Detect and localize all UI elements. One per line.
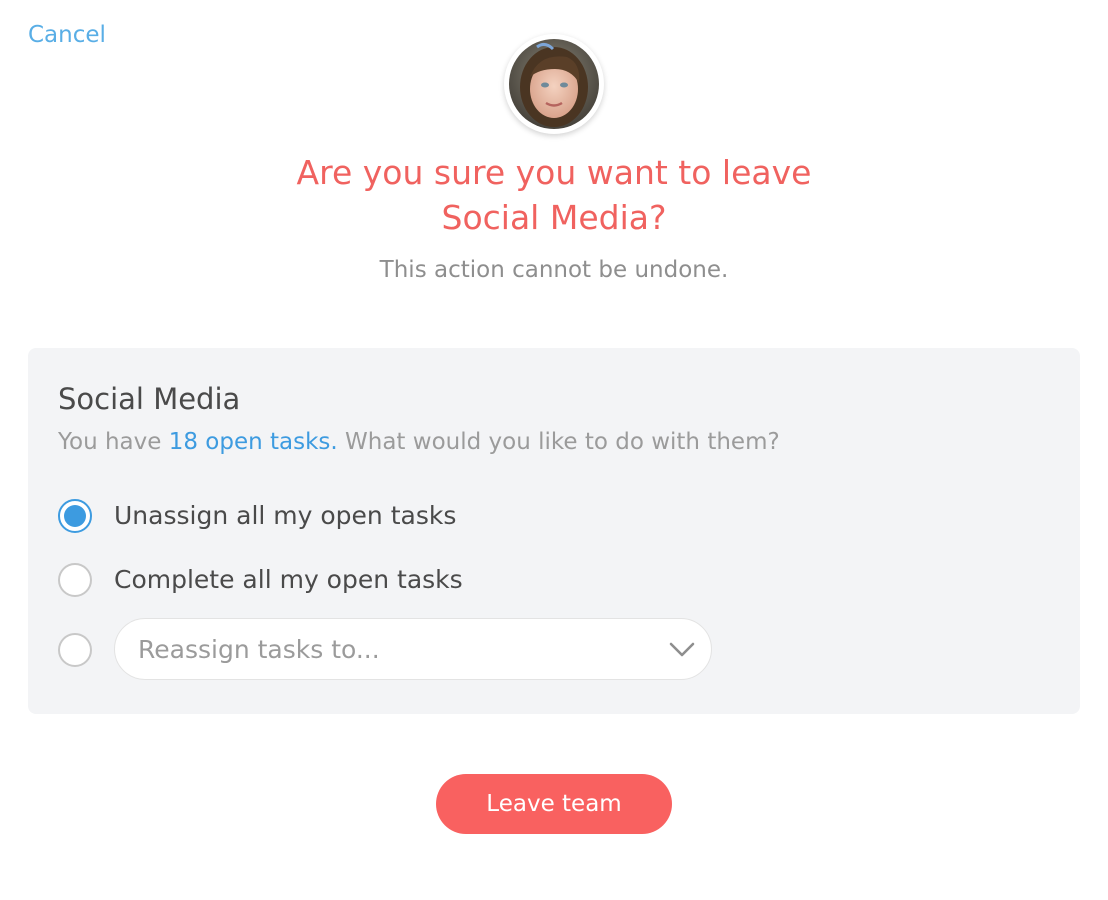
leave-confirmation-title: Are you sure you want to leave Social Me… <box>0 150 1108 240</box>
option-unassign-label: Unassign all my open tasks <box>114 501 457 530</box>
radio-reassign[interactable] <box>58 633 92 667</box>
avatar <box>504 34 604 134</box>
option-complete-tasks[interactable]: Complete all my open tasks <box>58 560 463 600</box>
reassign-select[interactable]: Reassign tasks to... <box>114 618 712 680</box>
radio-complete[interactable] <box>58 563 92 597</box>
summary-suffix: What would you like to do with them? <box>337 429 780 455</box>
open-tasks-summary: You have 18 open tasks. What would you l… <box>58 426 780 458</box>
warning-text: This action cannot be undone. <box>379 257 729 283</box>
radio-unassign[interactable] <box>58 499 92 533</box>
chevron-down-icon <box>669 642 695 657</box>
cancel-link[interactable]: Cancel <box>28 20 106 50</box>
team-tasks-panel: Social Media You have 18 open tasks. Wha… <box>28 348 1080 714</box>
option-reassign-tasks[interactable] <box>58 630 92 670</box>
summary-prefix: You have <box>58 429 169 455</box>
title-line-1: Are you sure you want to leave <box>296 153 812 192</box>
open-tasks-link[interactable]: 18 open tasks. <box>169 429 338 455</box>
reassign-select-placeholder: Reassign tasks to... <box>138 635 380 664</box>
team-name: Social Media <box>58 382 241 416</box>
avatar-photo <box>509 39 599 129</box>
leave-team-button[interactable]: Leave team <box>436 774 672 834</box>
option-unassign-tasks[interactable]: Unassign all my open tasks <box>58 496 456 536</box>
title-line-2: Social Media? <box>441 198 667 237</box>
option-complete-label: Complete all my open tasks <box>114 565 463 594</box>
